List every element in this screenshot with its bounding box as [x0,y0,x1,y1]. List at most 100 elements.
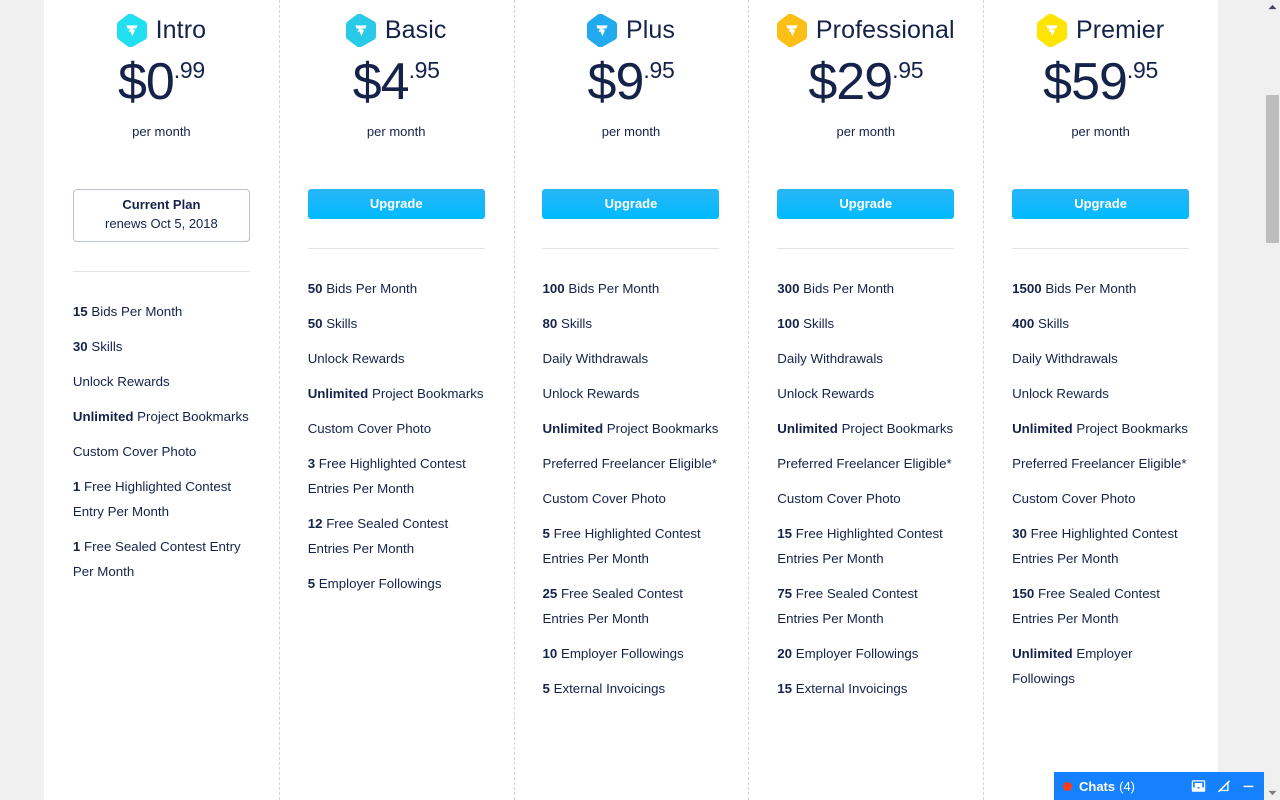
feature-list: 15 Bids Per Month 30 Skills Unlock Rewards… [73,299,250,594]
feature-text: Skills [1037,316,1069,331]
plans-content-sheet: Intro $0.99 per month Current Plan renews Oc… [44,0,1218,800]
feature-item: 30 Free Highlighted Contest Entries Per … [1012,521,1189,571]
freelancer-hexagon-icon [776,13,807,47]
feature-list: 50 Bids Per Month 50 Skills Unlock Rewards… [308,276,485,606]
plan-action-area: Upgrade [1012,189,1190,219]
feature-text: Skills [803,316,835,331]
chat-widget[interactable]: Chats (4) [1054,772,1264,800]
feature-text: Preferred Freelancer Eligible* [777,456,952,471]
upgrade-button[interactable]: Upgrade [1012,189,1190,219]
price-cents: .95 [892,57,924,83]
plan-column-plus: Plus $9.95 per month Upgrade 100 Bids Per Mo… [513,0,749,800]
billing-period-label: per month [132,124,191,139]
plan-header: Basic [345,13,447,47]
feature-item: Custom Cover Photo [308,416,485,441]
mute-notifications-icon[interactable] [1217,779,1231,794]
billing-period-label: per month [366,124,426,139]
feature-quantity: 50 [307,316,323,331]
feature-item: Unlock Rewards [777,381,954,406]
feature-quantity: Unlimited [1012,421,1073,436]
feature-text: Free Highlighted Contest Entry Per Month [72,478,232,519]
feature-item: Unlimited Employer Followings [1012,641,1189,691]
freelancer-hexagon-icon [345,13,376,47]
feature-quantity: 75 [777,586,793,601]
feature-item: 80 Skills [542,311,719,336]
feature-item: 25 Free Sealed Contest Entries Per Month [542,581,719,631]
plans-row: Intro $0.99 per month Current Plan renews Oc… [44,0,1218,800]
feature-text: Unlock Rewards [72,373,170,389]
feature-text: Free Sealed Contest Entries Per Month [307,516,449,556]
feature-text: Custom Cover Photo [307,421,432,436]
plan-price: $29.95 [808,56,923,108]
freelancer-hexagon-icon [586,13,617,47]
scrollbar-thumb[interactable] [1266,95,1279,243]
freelancer-hexagon-icon [1036,13,1067,47]
feature-text: External Invoicings [553,681,666,696]
freelancer-hexagon-icon [345,13,376,47]
feature-item: Unlock Rewards [73,369,250,394]
feature-text: Free Highlighted Contest Entries Per Mon… [542,526,701,566]
freelancer-hexagon-icon [1036,13,1067,47]
feature-quantity: Unlimited [72,408,134,424]
feature-text: Unlock Rewards [542,386,640,401]
freelancer-hexagon-icon [776,13,807,47]
plan-price: $59.95 [1043,56,1158,108]
feature-item: 1 Free Highlighted Contest Entry Per Mon… [73,474,250,524]
feature-item: Daily Withdrawals [542,346,719,371]
feature-item: Daily Withdrawals [777,346,954,371]
freelancer-hexagon-icon [586,13,617,47]
price-amount: $9 [587,53,645,111]
upgrade-button[interactable]: Upgrade [777,189,955,219]
feature-item: 50 Skills [308,311,485,336]
price-amount: $0 [117,53,175,111]
feature-item: Unlimited Project Bookmarks [777,416,954,441]
price-amount: $4 [352,53,410,111]
scroll-up-arrow-icon[interactable] [1265,0,1280,14]
feature-quantity: 20 [777,646,793,661]
feature-item: 1 Free Sealed Contest Entry Per Month [73,534,250,584]
pricing-page: Intro $0.99 per month Current Plan renews Oc… [0,0,1280,800]
feature-item: Unlimited Project Bookmarks [73,404,250,429]
chat-label: Chats [1079,778,1116,794]
feature-quantity: Unlimited [1012,646,1073,661]
feature-quantity: 12 [307,516,323,531]
feature-list: 100 Bids Per Month 80 Skills Daily Withdra… [542,276,719,711]
current-plan-button[interactable]: Current Plan renews Oct 5, 2018 [72,189,250,242]
upgrade-button[interactable]: Upgrade [542,189,720,219]
minimize-icon[interactable] [1242,780,1255,793]
feature-item: Preferred Freelancer Eligible* [542,451,719,476]
price-cents: .95 [408,57,440,83]
feature-item: 400 Skills [1012,311,1189,336]
plan-action-area: Upgrade [542,189,720,219]
page-scrollbar[interactable] [1265,0,1280,800]
current-plan-renewal-date: renews Oct 5, 2018 [105,215,218,231]
feature-quantity: 1500 [1012,281,1042,296]
feature-text: Daily Withdrawals [777,351,883,366]
feature-text: Skills [91,338,123,354]
feature-quantity: 5 [542,681,550,696]
plan-column-premier: Premier $59.95 per month Upgrade 1500 Bids P… [983,0,1218,800]
feature-quantity: 400 [1012,316,1035,331]
feature-text: Free Sealed Contest Entries Per Month [1012,586,1160,626]
upgrade-button[interactable]: Upgrade [307,189,485,219]
section-divider [777,248,955,249]
plan-column-basic: Basic $4.95 per month Upgrade 50 Bids Per Mo… [278,0,514,800]
billing-period-label: per month [601,124,661,139]
feature-quantity: 1 [72,538,81,554]
plan-name: Premier [1075,15,1165,44]
plan-name: Intro [155,15,207,44]
feature-item: 300 Bids Per Month [777,276,954,301]
plan-price: $0.99 [118,56,205,108]
feature-list: 300 Bids Per Month 100 Skills Daily Withdr… [777,276,954,711]
billing-period-label: per month [836,124,896,139]
feature-item: Unlock Rewards [308,346,485,371]
feature-text: Skills [326,316,358,331]
feature-item: 5 Free Highlighted Contest Entries Per M… [542,521,719,571]
inbox-icon[interactable] [1191,779,1206,794]
plan-name: Professional [815,15,955,44]
feature-item: Unlimited Project Bookmarks [1012,416,1189,441]
feature-quantity: 10 [542,646,558,661]
scroll-down-arrow-icon[interactable] [1265,786,1280,800]
feature-item: Custom Cover Photo [1012,486,1189,511]
feature-text: Employer Followings [560,646,684,661]
